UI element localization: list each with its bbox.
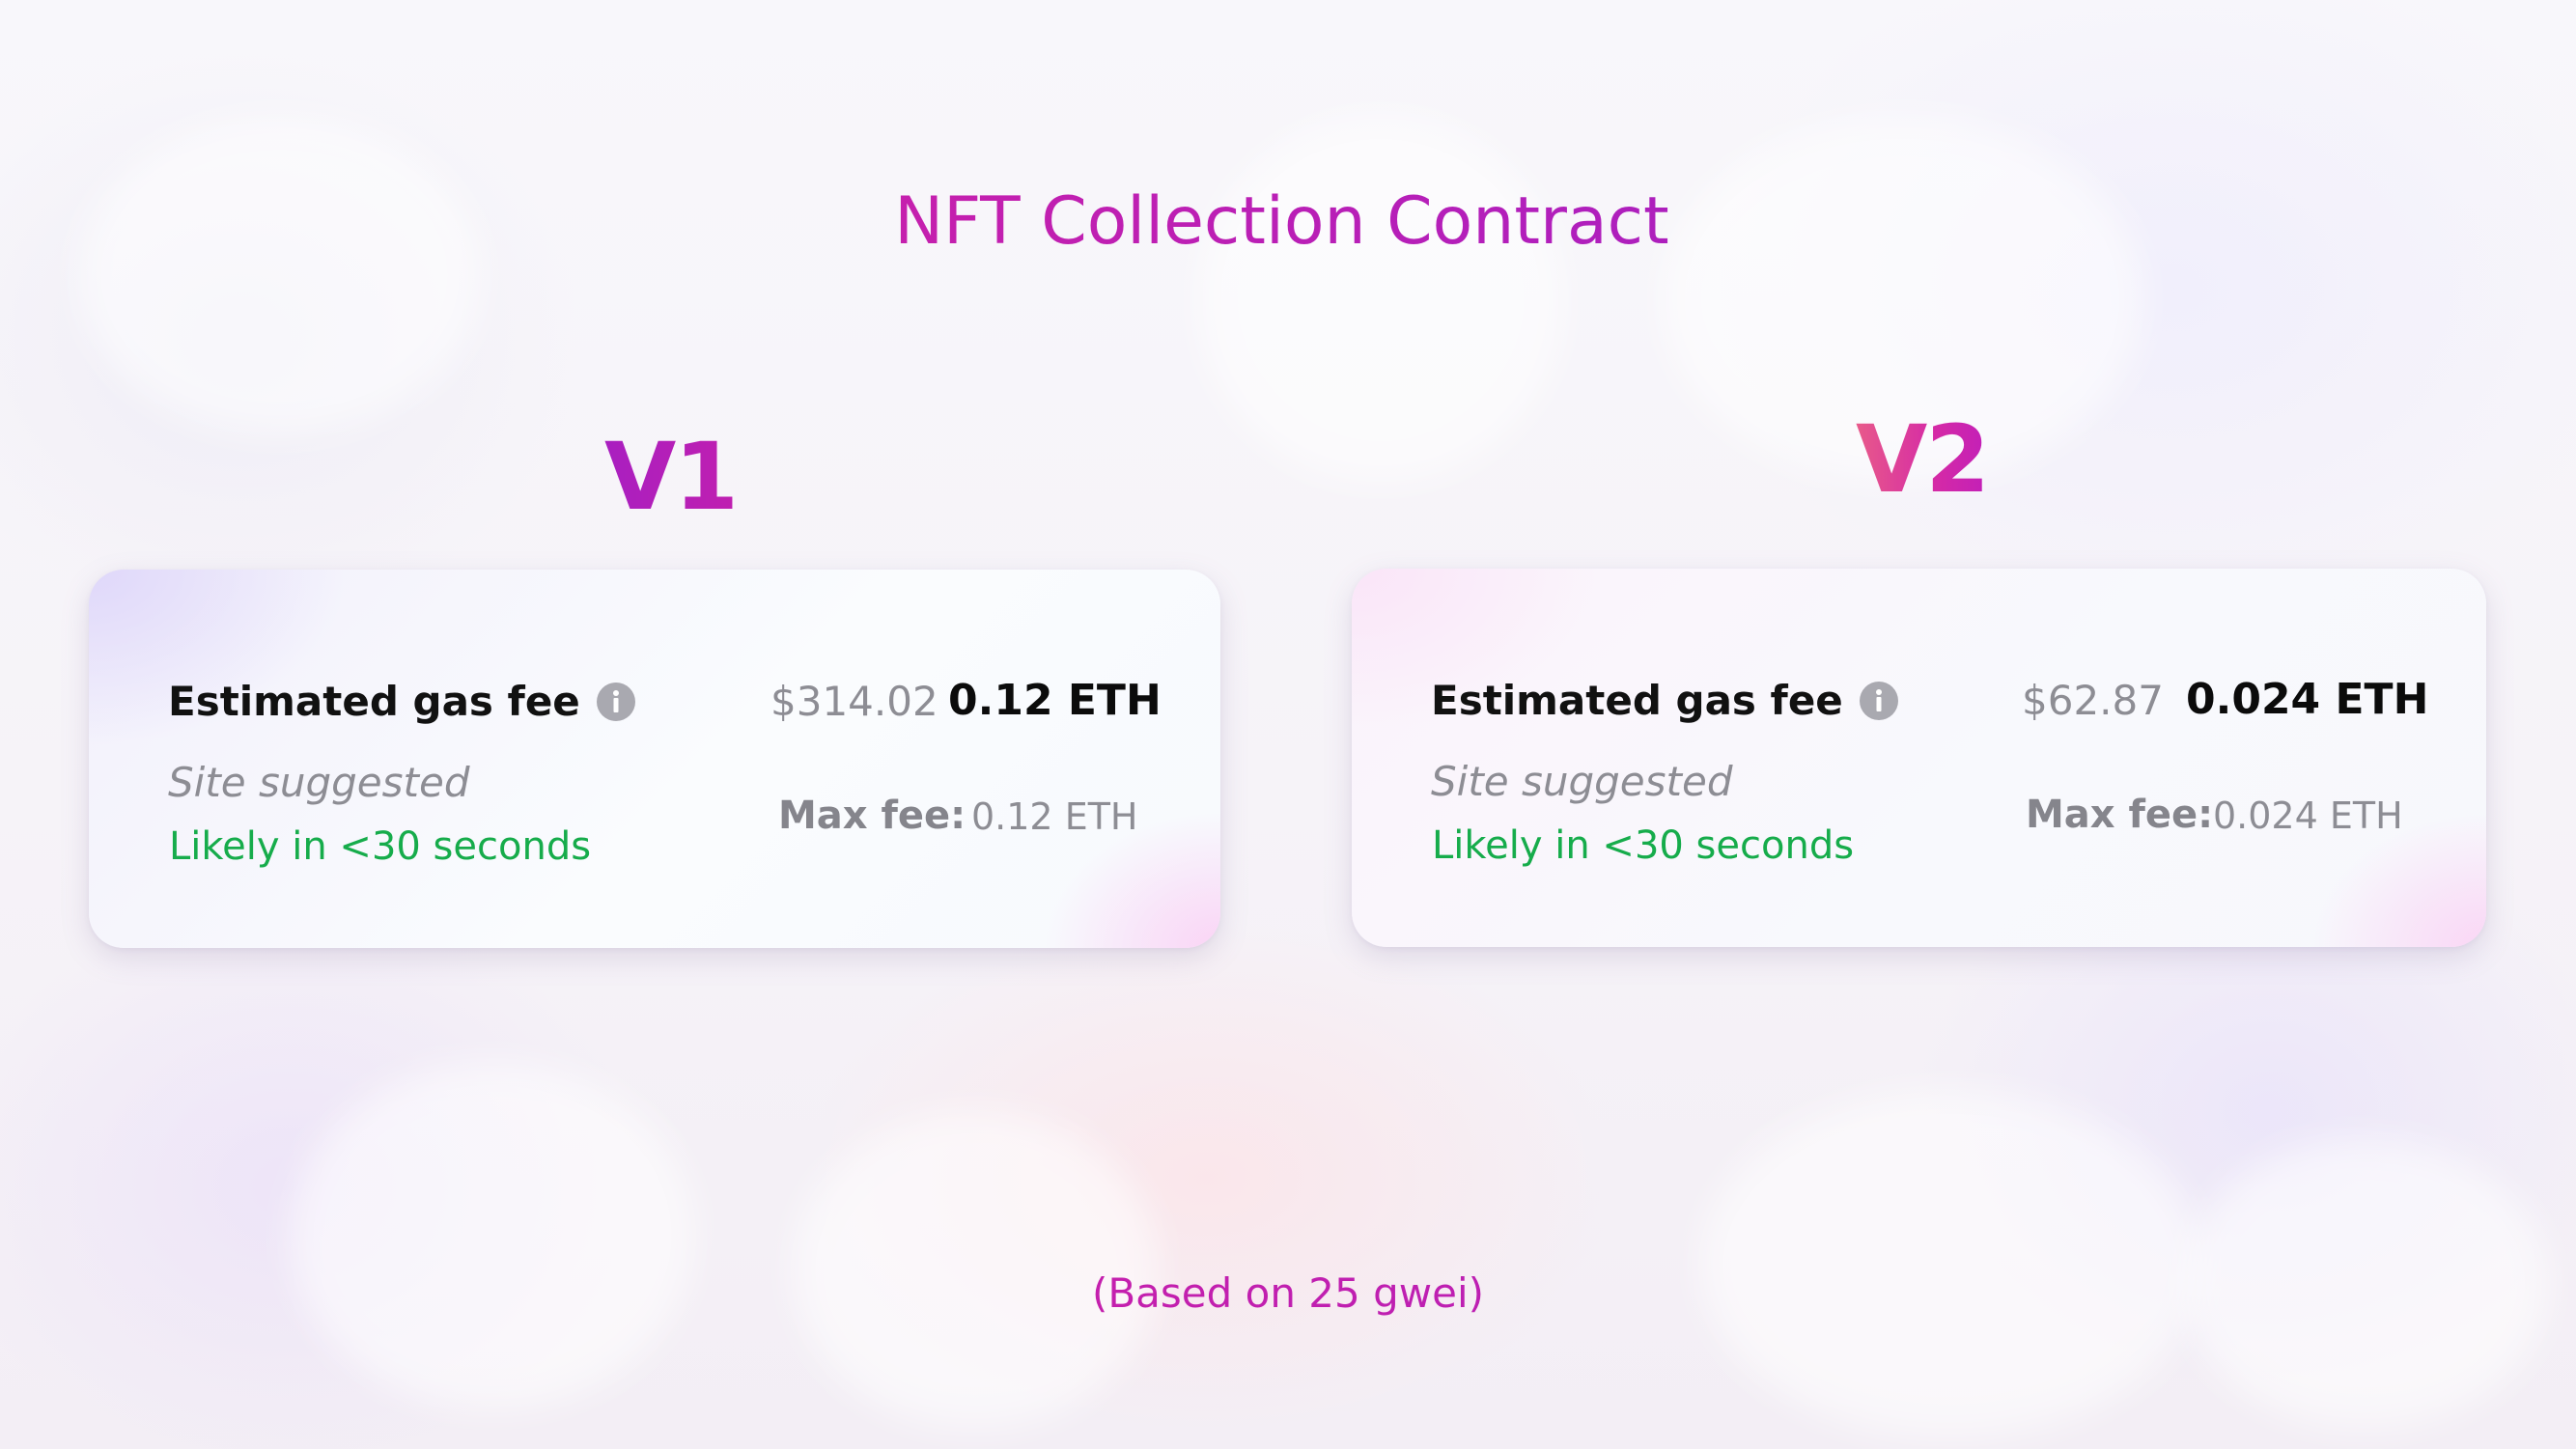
estimated-gas-fee-label: Estimated gas fee — [1431, 677, 1899, 724]
likely-time-label: Likely in <30 seconds — [169, 824, 592, 869]
likely-time-label: Likely in <30 seconds — [1432, 823, 1855, 868]
version-label-v1: V1 — [604, 423, 739, 531]
gas-fee-card-v2: Estimated gas fee $62.87 0.024 ETH Site … — [1352, 569, 2486, 947]
max-fee-value: 0.12 ETH — [971, 795, 1138, 838]
page-title: NFT Collection Contract — [0, 189, 2563, 255]
background-blob — [290, 1062, 695, 1409]
site-suggested-label: Site suggested — [1431, 758, 1733, 805]
estimated-gas-fee-label: Estimated gas fee — [168, 678, 636, 725]
usd-fee-value: $62.87 — [2022, 677, 2164, 724]
background-blob — [77, 116, 483, 434]
info-icon[interactable] — [596, 682, 636, 722]
gwei-footnote: (Based on 25 gwei) — [0, 1269, 2576, 1317]
max-fee-value: 0.024 ETH — [2213, 794, 2403, 837]
background-blob — [1197, 116, 1564, 483]
gas-fee-card-v1: Estimated gas fee $314.02 0.12 ETH Site … — [89, 570, 1220, 948]
site-suggested-label: Site suggested — [168, 759, 470, 806]
eth-fee-value: 0.12 ETH — [948, 676, 1162, 725]
info-icon[interactable] — [1859, 681, 1899, 721]
usd-fee-value: $314.02 — [770, 678, 938, 725]
max-fee-label: Max fee: — [2026, 793, 2214, 837]
estimated-gas-fee-text: Estimated gas fee — [168, 678, 580, 725]
version-label-v2: V2 — [1856, 405, 1990, 514]
max-fee-label: Max fee: — [778, 794, 966, 838]
eth-fee-value: 0.024 ETH — [2186, 675, 2429, 724]
estimated-gas-fee-text: Estimated gas fee — [1431, 677, 1843, 724]
background-blob — [1699, 1091, 2201, 1438]
